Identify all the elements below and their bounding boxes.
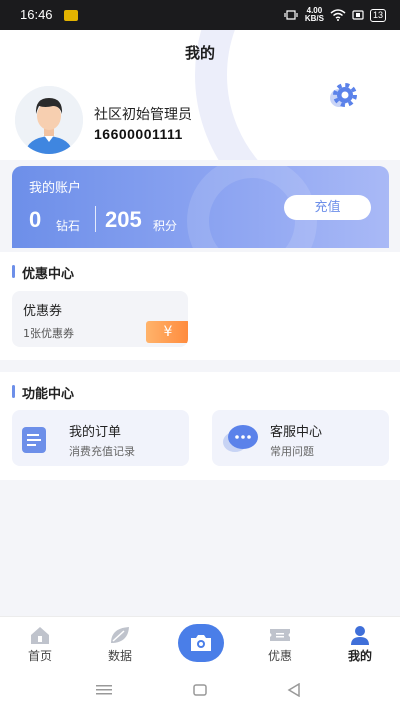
battery-icon: 13: [369, 8, 386, 22]
tab-data-label: 数据: [107, 649, 132, 663]
section-marker: [12, 385, 15, 398]
camera-button[interactable]: [178, 624, 224, 662]
coupon-card[interactable]: 优惠券 1张优惠券 ¥: [12, 291, 188, 347]
coupon-section-title: 优惠中心: [22, 267, 75, 282]
chat-bubble-icon: [223, 425, 258, 452]
my-orders-title: 我的订单: [69, 425, 122, 440]
coupon-ticket-icon: ¥: [146, 321, 188, 343]
status-icons: 4.00 KB/S 13: [283, 7, 386, 23]
notification-icon: [64, 10, 78, 21]
coupon-count: 1张优惠券: [23, 327, 74, 340]
settings-icon[interactable]: [326, 82, 360, 110]
home-icon: [31, 627, 49, 644]
back-nav-icon[interactable]: [287, 683, 301, 697]
stat-divider: [95, 206, 96, 232]
my-orders-card[interactable]: 我的订单 消费充值记录: [12, 410, 189, 466]
points-label: 积分: [153, 219, 178, 233]
customer-service-card[interactable]: 客服中心 常用问题: [212, 410, 389, 466]
section-marker: [12, 265, 15, 278]
tab-coupons[interactable]: 优惠: [240, 617, 320, 669]
diamonds-label: 钻石: [56, 219, 81, 233]
page-title: 我的: [184, 44, 215, 62]
account-title: 我的账户: [29, 181, 82, 196]
system-navbar: [0, 668, 400, 711]
tab-home-label: 首页: [27, 649, 52, 663]
tab-mine-label: 我的: [347, 649, 372, 663]
avatar[interactable]: [15, 86, 83, 154]
net-speed: 4.00 KB/S: [305, 7, 324, 23]
menu-nav-icon[interactable]: [96, 685, 112, 695]
sim-icon: [352, 10, 364, 20]
customer-service-sub: 常用问题: [270, 445, 314, 458]
net-speed-unit: KB/S: [304, 14, 324, 23]
user-phone: 16600001111: [94, 126, 183, 142]
camera-icon: [191, 635, 211, 651]
customer-service-title: 客服中心: [270, 425, 323, 440]
tab-home[interactable]: 首页: [0, 617, 80, 669]
status-bar: 16:46 4.00 KB/S 13: [0, 0, 400, 30]
status-time: 16:46: [20, 7, 53, 22]
user-name: 社区初始管理员: [94, 107, 192, 123]
profile-header: 我的 社区初始管理员 16600001111: [0, 30, 400, 160]
vibrate-icon: [284, 10, 298, 20]
function-section-title: 功能中心: [22, 387, 75, 402]
recharge-button[interactable]: 充值: [284, 195, 371, 220]
tab-mine[interactable]: 我的: [320, 617, 400, 669]
tab-coupons-label: 优惠: [267, 649, 292, 663]
my-orders-sub: 消费充值记录: [69, 445, 135, 458]
leaf-icon: [111, 627, 129, 643]
user-icon: [351, 626, 369, 645]
wifi-icon: [330, 9, 346, 21]
points-value: 205: [105, 207, 142, 232]
diamonds-value: 0: [29, 207, 42, 232]
ticket-icon: [270, 629, 290, 641]
tab-data[interactable]: 数据: [80, 617, 160, 669]
coupon-title: 优惠券: [23, 304, 63, 319]
account-card: 我的账户 0 钻石 205 积分 充值: [12, 166, 389, 248]
home-nav-icon[interactable]: [193, 684, 207, 696]
document-list-icon: [22, 427, 46, 453]
avatar-icon: [15, 86, 83, 154]
